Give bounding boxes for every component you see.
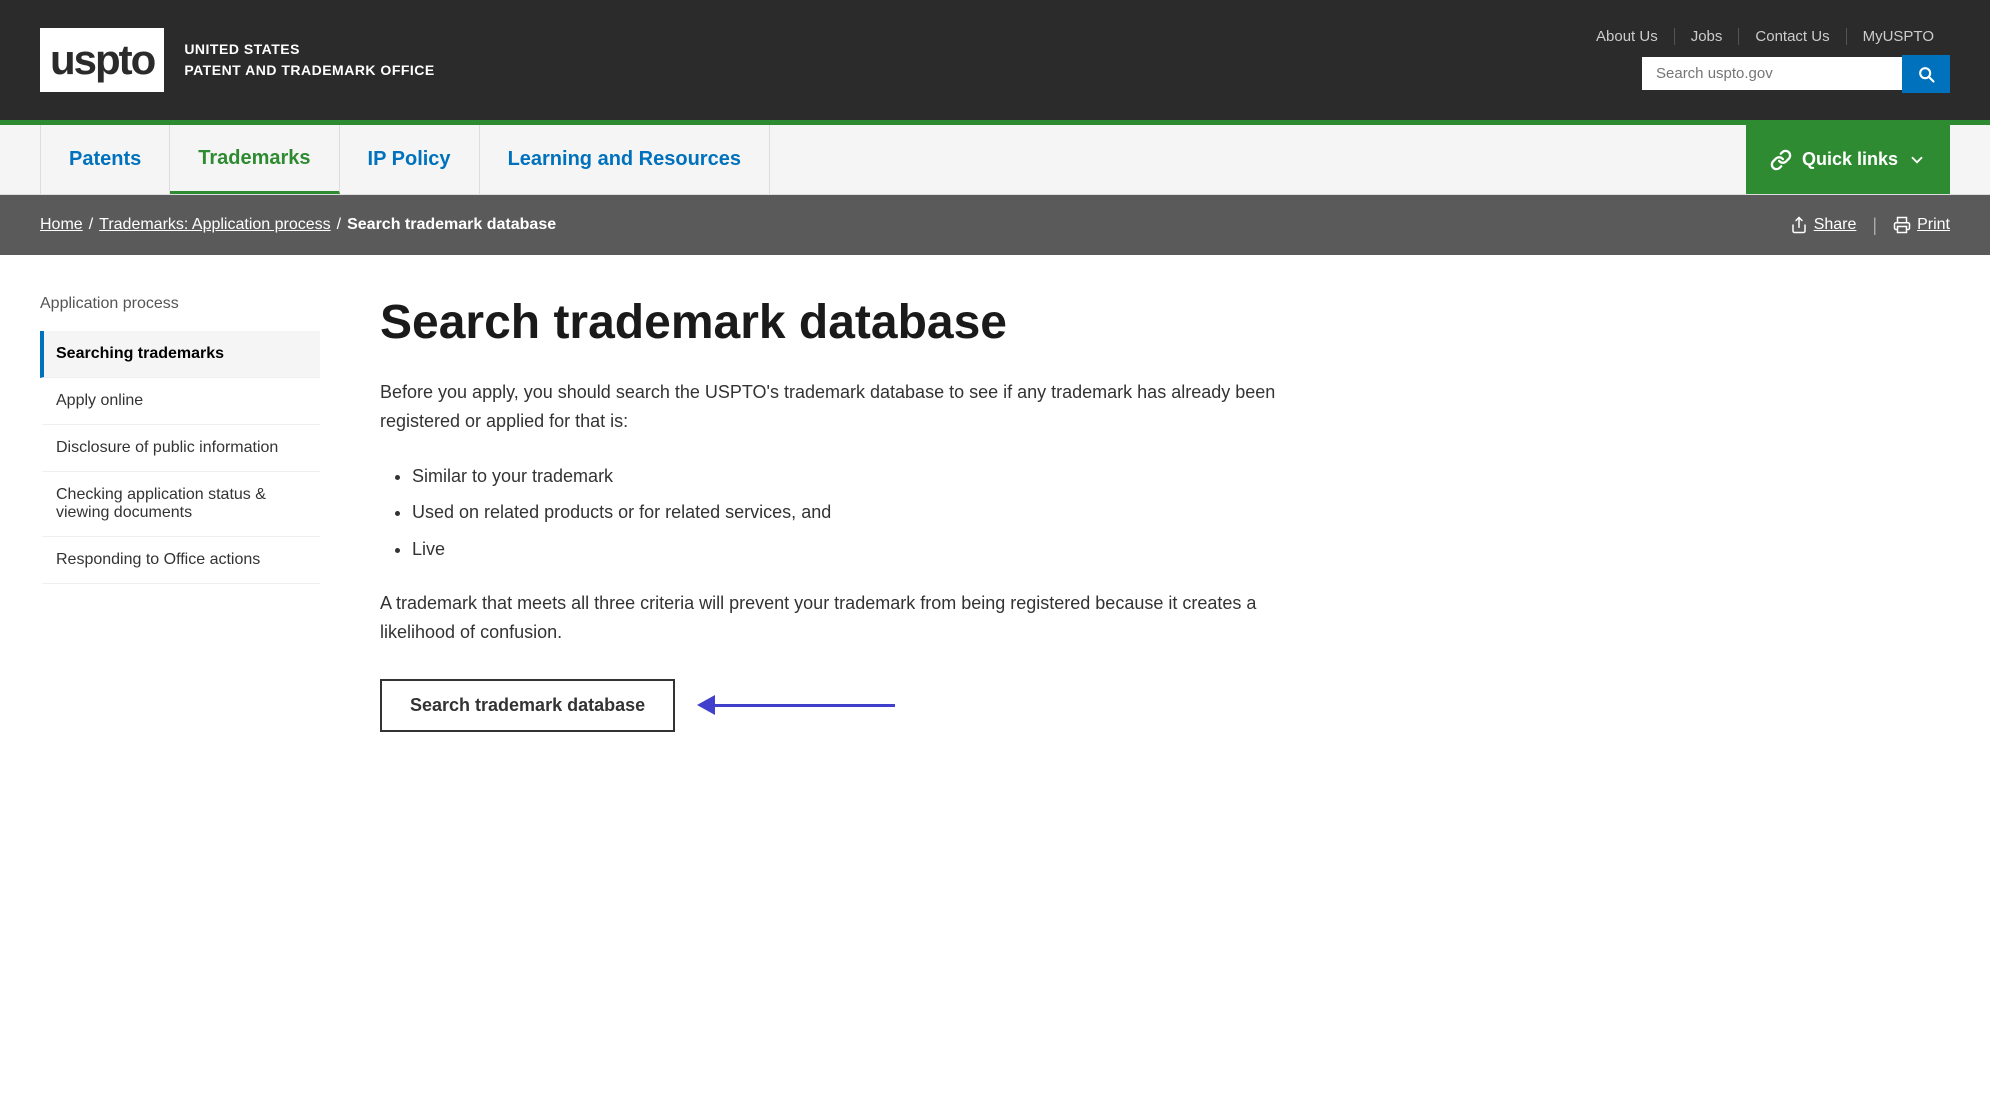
chevron-down-icon [1908, 151, 1926, 169]
logo-section: uspto UNITED STATES PATENT AND TRADEMARK… [40, 28, 435, 92]
page-content: Search trademark database Before you app… [340, 295, 1400, 732]
print-icon [1893, 216, 1911, 234]
breadcrumb: Home / Trademarks: Application process /… [40, 216, 556, 234]
cta-row: Search trademark database [380, 679, 1400, 732]
about-us-link[interactable]: About Us [1580, 28, 1675, 45]
arrow-line [715, 704, 895, 707]
nav-learning-resources[interactable]: Learning and Resources [480, 125, 770, 194]
nav-trademarks[interactable]: Trademarks [170, 125, 339, 194]
sidebar-item-disclosure[interactable]: Disclosure of public information [40, 425, 320, 472]
print-action[interactable]: Print [1893, 216, 1950, 234]
myuspto-link[interactable]: MyUSPTO [1847, 28, 1950, 45]
search-icon [1916, 64, 1936, 84]
sidebar-item-checking-status[interactable]: Checking application status & viewing do… [40, 472, 320, 537]
bullet-item-2: Used on related products or for related … [412, 496, 1400, 528]
search-bar [1642, 55, 1950, 93]
page-para: A trademark that meets all three criteri… [380, 589, 1280, 647]
breadcrumb-actions: Share | Print [1790, 215, 1950, 236]
quick-links-button[interactable]: Quick links [1746, 125, 1950, 194]
sidebar-item-responding-office[interactable]: Responding to Office actions [40, 537, 320, 584]
top-bar-right: About Us Jobs Contact Us MyUSPTO [1580, 28, 1950, 93]
sidebar-title: Application process [40, 295, 320, 321]
bullet-item-1: Similar to your trademark [412, 460, 1400, 492]
search-button[interactable] [1902, 55, 1950, 93]
jobs-link[interactable]: Jobs [1675, 28, 1740, 45]
breadcrumb-bar: Home / Trademarks: Application process /… [0, 195, 1990, 255]
bullet-list: Similar to your trademark Used on relate… [412, 460, 1400, 565]
sidebar: Application process Searching trademarks… [40, 295, 340, 732]
nav-patents[interactable]: Patents [40, 125, 170, 194]
contact-us-link[interactable]: Contact Us [1739, 28, 1846, 45]
nav-ip-policy[interactable]: IP Policy [340, 125, 480, 194]
share-action[interactable]: Share [1790, 216, 1857, 234]
link-icon [1770, 149, 1792, 171]
bullet-item-3: Live [412, 533, 1400, 565]
sidebar-item-searching-trademarks[interactable]: Searching trademarks [40, 331, 320, 378]
top-bar: uspto UNITED STATES PATENT AND TRADEMARK… [0, 0, 1990, 120]
logo-box: uspto [40, 28, 164, 92]
page-title: Search trademark database [380, 295, 1400, 350]
top-links: About Us Jobs Contact Us MyUSPTO [1580, 28, 1950, 45]
sidebar-item-apply-online[interactable]: Apply online [40, 378, 320, 425]
main-nav: Patents Trademarks IP Policy Learning an… [0, 125, 1990, 195]
breadcrumb-current: Search trademark database [347, 216, 556, 234]
agency-name: UNITED STATES PATENT AND TRADEMARK OFFIC… [184, 39, 434, 81]
breadcrumb-section[interactable]: Trademarks: Application process [99, 216, 331, 234]
arrow-head [697, 695, 715, 715]
main-content: Application process Searching trademarks… [0, 255, 1440, 772]
logo-text: uspto [50, 36, 154, 84]
search-trademark-db-button[interactable]: Search trademark database [380, 679, 675, 732]
share-icon [1790, 216, 1808, 234]
page-intro: Before you apply, you should search the … [380, 378, 1280, 436]
breadcrumb-home[interactable]: Home [40, 216, 83, 234]
search-input[interactable] [1642, 57, 1902, 90]
arrow-indicator [699, 695, 895, 715]
